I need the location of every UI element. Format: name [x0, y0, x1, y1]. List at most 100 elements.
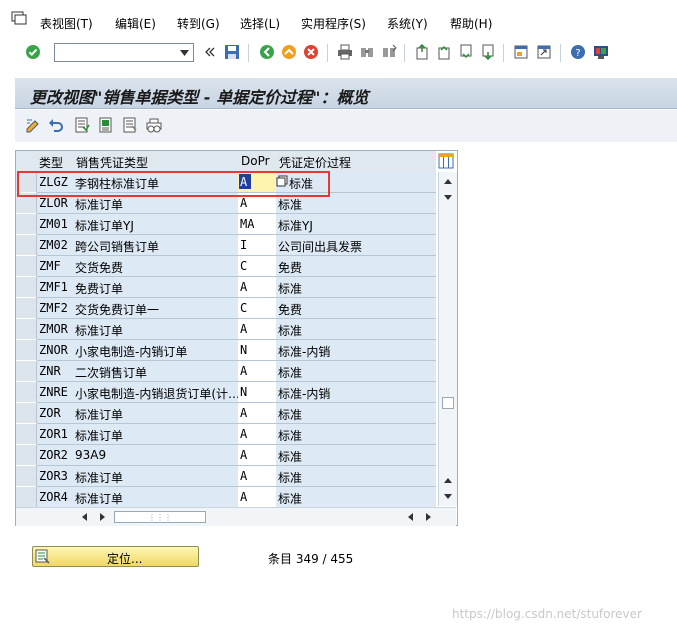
- cell-pricing-procedure[interactable]: 标准: [276, 319, 436, 340]
- header-type[interactable]: 类型: [39, 154, 63, 171]
- scroll-down-icon[interactable]: [441, 489, 455, 503]
- cell-dopr[interactable]: MA: [238, 214, 277, 235]
- row-selector[interactable]: [16, 277, 37, 298]
- cell-dopr[interactable]: A: [238, 277, 277, 298]
- row-selector[interactable]: [16, 424, 37, 445]
- scroll-left-end-icon[interactable]: [404, 511, 416, 523]
- row-selector[interactable]: [16, 319, 37, 340]
- scroll-right-small-icon[interactable]: [96, 511, 108, 523]
- find-icon[interactable]: [358, 42, 376, 62]
- row-selector[interactable]: [16, 466, 37, 487]
- cell-pricing-procedure[interactable]: 标准: [276, 445, 436, 466]
- select-all-icon[interactable]: [73, 116, 91, 134]
- cell-dopr[interactable]: A: [238, 466, 277, 487]
- menu-system[interactable]: 系统(Y): [387, 15, 428, 32]
- menu-help[interactable]: 帮助(H): [450, 15, 492, 32]
- menu-edit[interactable]: 编辑(E): [115, 15, 156, 32]
- page-down-icon[interactable]: [441, 473, 455, 487]
- menu-utilities[interactable]: 实用程序(S): [301, 15, 366, 32]
- horizontal-scrollbar[interactable]: ⋮⋮⋮: [16, 507, 456, 526]
- display-change-icon[interactable]: [25, 116, 43, 134]
- header-pricing-procedure[interactable]: 凭证定价过程: [279, 154, 351, 171]
- cell-pricing-procedure[interactable]: 标准-内销: [276, 382, 436, 403]
- customize-layout-icon[interactable]: [592, 42, 610, 62]
- collapse-icon[interactable]: [201, 42, 219, 62]
- row-selector[interactable]: [16, 361, 37, 382]
- cell-pricing-procedure[interactable]: 标准: [276, 466, 436, 487]
- cell-dopr[interactable]: C: [238, 256, 277, 277]
- scroll-up-icon[interactable]: [441, 174, 455, 188]
- first-page-icon[interactable]: [413, 42, 431, 62]
- row-selector[interactable]: [16, 193, 37, 214]
- help-icon[interactable]: ?: [569, 42, 587, 62]
- cell-pricing-procedure[interactable]: 标准: [276, 277, 436, 298]
- last-page-icon[interactable]: [479, 42, 497, 62]
- menu-table-view[interactable]: 表视图(T): [40, 15, 93, 32]
- exit-icon[interactable]: [280, 42, 298, 62]
- vertical-scrollbar[interactable]: [438, 172, 457, 506]
- cell-dopr[interactable]: A: [238, 193, 277, 214]
- cell-dopr[interactable]: A: [238, 319, 277, 340]
- cell-pricing-procedure[interactable]: 标准: [276, 361, 436, 382]
- menu-goto[interactable]: 转到(G): [177, 15, 220, 32]
- cell-pricing-procedure[interactable]: 免费: [276, 256, 436, 277]
- select-block-icon[interactable]: [97, 116, 115, 134]
- cell-dopr[interactable]: A: [238, 403, 277, 424]
- column-settings-icon[interactable]: [438, 153, 454, 169]
- cell-dopr[interactable]: N: [238, 382, 277, 403]
- row-selector[interactable]: [16, 256, 37, 277]
- new-session-icon[interactable]: [512, 42, 530, 62]
- print-settings-icon[interactable]: [145, 116, 163, 134]
- row-selector[interactable]: [16, 403, 37, 424]
- previous-page-icon[interactable]: [435, 42, 453, 62]
- command-field[interactable]: [54, 43, 194, 62]
- cell-dopr[interactable]: I: [238, 235, 277, 256]
- row-selector[interactable]: [16, 235, 37, 256]
- scroll-left-icon[interactable]: [78, 511, 90, 523]
- row-selector[interactable]: [16, 340, 37, 361]
- cancel-icon[interactable]: [302, 42, 320, 62]
- cell-pricing-procedure[interactable]: 标准: [276, 193, 436, 214]
- row-selector[interactable]: [16, 382, 37, 403]
- enter-icon[interactable]: [24, 42, 42, 62]
- cell-dopr[interactable]: A: [238, 361, 277, 382]
- next-page-icon[interactable]: [457, 42, 475, 62]
- cell-dopr[interactable]: A: [238, 172, 277, 193]
- position-button[interactable]: 定位...: [32, 546, 199, 567]
- save-icon[interactable]: [223, 42, 241, 62]
- row-selector[interactable]: [16, 487, 37, 508]
- undo-icon[interactable]: [47, 116, 65, 134]
- cell-dopr[interactable]: A: [238, 445, 277, 466]
- cell-pricing-procedure[interactable]: 免费: [276, 298, 436, 319]
- cell-pricing-procedure[interactable]: 标准: [276, 403, 436, 424]
- print-icon[interactable]: [336, 42, 354, 62]
- deselect-all-icon[interactable]: [121, 116, 139, 134]
- cell-pricing-procedure[interactable]: 标准: [276, 424, 436, 445]
- header-dopr[interactable]: DoPr: [241, 154, 270, 168]
- window-menu-icon[interactable]: [11, 11, 27, 25]
- value-help-icon[interactable]: [276, 175, 288, 187]
- row-selector[interactable]: [16, 445, 37, 466]
- header-sales-doc-type[interactable]: 销售凭证类型: [76, 154, 148, 171]
- shortcut-icon[interactable]: [535, 42, 553, 62]
- command-input[interactable]: [55, 44, 179, 60]
- find-next-icon[interactable]: [380, 42, 398, 62]
- vertical-scroll-thumb[interactable]: [442, 397, 454, 409]
- row-selector[interactable]: [16, 172, 37, 193]
- menu-selection[interactable]: 选择(L): [240, 15, 280, 32]
- row-selector[interactable]: [16, 298, 37, 319]
- cell-pricing-procedure[interactable]: 标准YJ: [276, 214, 436, 235]
- cell-dopr[interactable]: A: [238, 424, 277, 445]
- horizontal-scroll-thumb[interactable]: ⋮⋮⋮: [114, 511, 206, 523]
- cell-pricing-procedure[interactable]: 标准-内销: [276, 340, 436, 361]
- chevron-down-icon[interactable]: [177, 44, 191, 61]
- cell-dopr[interactable]: A: [238, 487, 277, 508]
- cell-dopr[interactable]: N: [238, 340, 277, 361]
- back-icon[interactable]: [258, 42, 276, 62]
- cell-dopr[interactable]: C: [238, 298, 277, 319]
- row-selector[interactable]: [16, 214, 37, 235]
- cell-pricing-procedure[interactable]: 公司间出具发票: [276, 235, 436, 256]
- scroll-right-icon[interactable]: [422, 511, 434, 523]
- cell-pricing-procedure[interactable]: 标准: [276, 172, 436, 193]
- cell-pricing-procedure[interactable]: 标准: [276, 487, 436, 508]
